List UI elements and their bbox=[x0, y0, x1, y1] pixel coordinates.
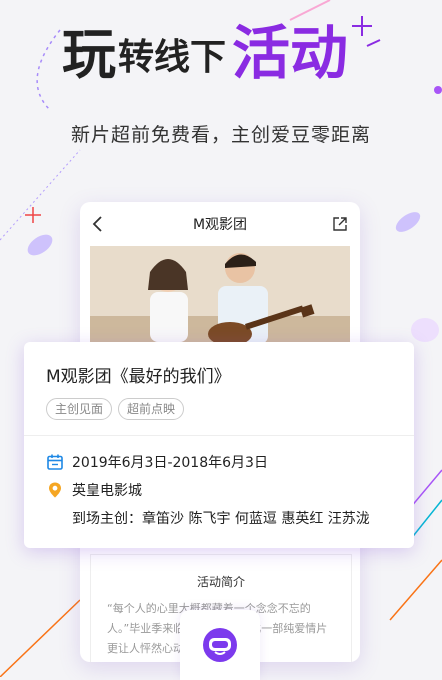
card-divider bbox=[24, 435, 414, 436]
vr-glasses-icon bbox=[203, 628, 237, 662]
event-title: M观影团《最好的我们》 bbox=[46, 367, 231, 387]
hero-title-part1: 玩 bbox=[62, 23, 116, 86]
back-arrow-icon[interactable] bbox=[90, 214, 104, 234]
movie-still-image bbox=[90, 246, 350, 356]
event-tags: 主创见面 超前点映 bbox=[46, 398, 185, 420]
event-card[interactable]: M观影团《最好的我们》 主创见面 超前点映 2019年6月3日-2018年6月3… bbox=[24, 342, 414, 548]
event-location: 英皇电影城 bbox=[72, 483, 142, 499]
phone-header-title: M观影团 bbox=[192, 217, 248, 233]
hero-title-part3: 活动 bbox=[232, 19, 349, 87]
tag-meet-cast: 主创见面 bbox=[46, 398, 113, 420]
event-date-row: 2019年6月3日-2018年6月3日 bbox=[46, 452, 268, 472]
hero-title: 玩 转线下 活动 bbox=[62, 24, 348, 82]
share-icon[interactable] bbox=[332, 216, 348, 232]
guests-list: 章笛沙 陈飞宇 何蓝逗 惠英红 汪苏泷 bbox=[142, 511, 370, 527]
hero-subtitle: 新片超前免费看，主创爱豆零距离 bbox=[70, 124, 371, 146]
plus-icon bbox=[25, 207, 41, 223]
tag-early-screening: 超前点映 bbox=[118, 398, 185, 420]
couple-illustration bbox=[90, 246, 350, 356]
event-date: 2019年6月3日-2018年6月3日 bbox=[72, 455, 268, 471]
event-location-row: 英皇电影城 bbox=[46, 480, 142, 500]
location-pin-icon bbox=[49, 482, 61, 498]
sparkle-icon bbox=[352, 16, 381, 47]
activity-intro-title: 活动简介 bbox=[196, 575, 245, 589]
vr-glasses-button[interactable] bbox=[180, 610, 260, 680]
guests-label: 到场主创： bbox=[72, 511, 142, 527]
phone-header: M观影团 bbox=[80, 202, 360, 246]
hero-title-part2: 转线下 bbox=[118, 37, 227, 78]
event-guests-row: 到场主创：章笛沙 陈飞宇 何蓝逗 惠英红 汪苏泷 bbox=[72, 508, 370, 528]
calendar-icon bbox=[47, 454, 63, 470]
